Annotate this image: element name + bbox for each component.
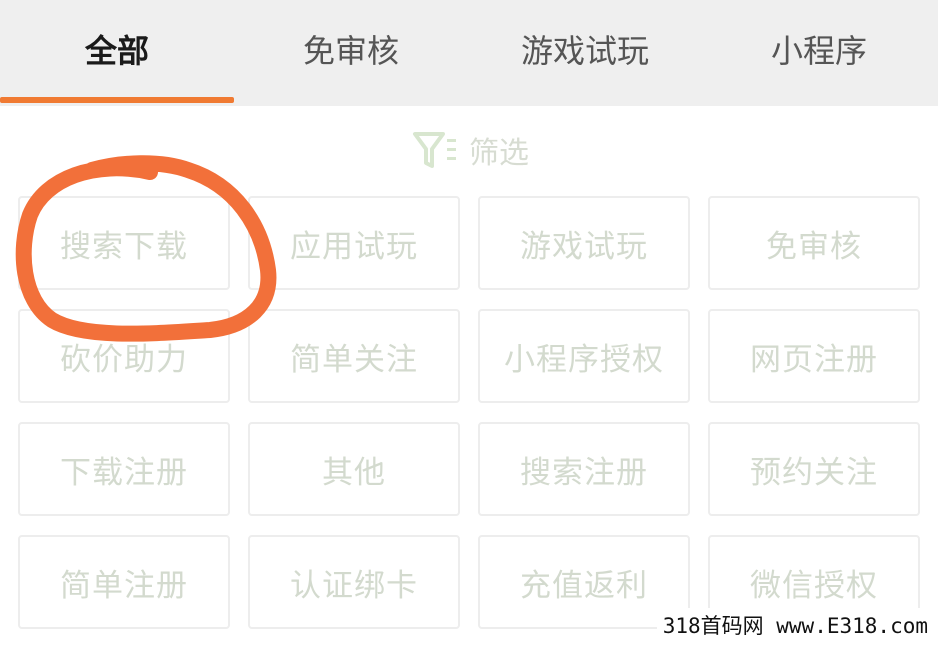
category-app-trial[interactable]: 应用试玩 xyxy=(248,196,460,290)
category-verify-bind-card[interactable]: 认证绑卡 xyxy=(248,535,460,629)
category-grid: 搜索下载 应用试玩 游戏试玩 免审核 砍价助力 简单关注 小程序授权 网页注册 … xyxy=(0,0,938,646)
category-bargain-help[interactable]: 砍价助力 xyxy=(18,309,230,403)
category-download-register[interactable]: 下载注册 xyxy=(18,422,230,516)
category-reserve-follow[interactable]: 预约关注 xyxy=(708,422,920,516)
category-web-register[interactable]: 网页注册 xyxy=(708,309,920,403)
page: 全部 免审核 游戏试玩 小程序 筛选 搜索下载 应用试玩 游戏试玩 免审核 砍价… xyxy=(0,0,938,646)
category-simple-follow[interactable]: 简单关注 xyxy=(248,309,460,403)
category-mini-program-auth[interactable]: 小程序授权 xyxy=(478,309,690,403)
category-simple-register[interactable]: 简单注册 xyxy=(18,535,230,629)
site-watermark: 318首码网 www.E318.com xyxy=(656,608,934,644)
category-no-review[interactable]: 免审核 xyxy=(708,196,920,290)
category-other[interactable]: 其他 xyxy=(248,422,460,516)
category-game-trial[interactable]: 游戏试玩 xyxy=(478,196,690,290)
category-search-download[interactable]: 搜索下载 xyxy=(18,196,230,290)
category-search-register[interactable]: 搜索注册 xyxy=(478,422,690,516)
